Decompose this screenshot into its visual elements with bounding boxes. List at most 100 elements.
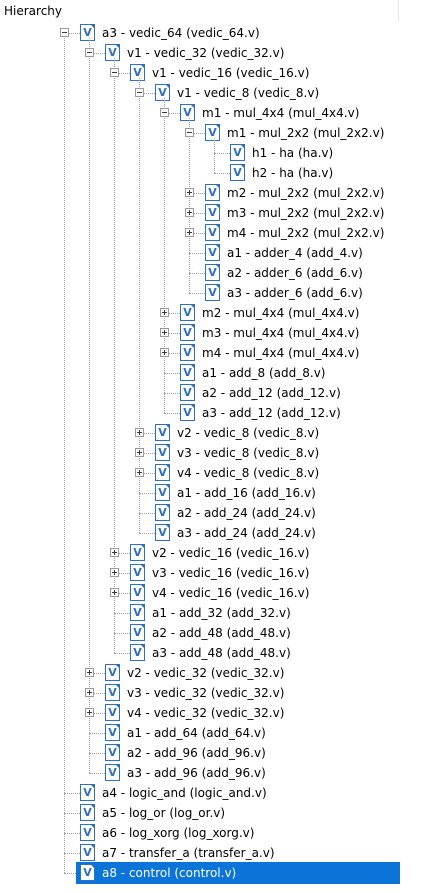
expand-icon[interactable] <box>185 228 194 237</box>
tree-node[interactable]: Va1 - add_8 (add_8.v) <box>0 362 426 384</box>
tree-node[interactable]: Vv4 - vedic_32 (vedic_32.v) <box>0 702 426 724</box>
tree-node-label: a3 - adder_6 (add_6.v) <box>227 286 363 300</box>
tree-node-label: a6 - log_xorg (log_xorg.v) <box>102 826 255 840</box>
verilog-file-icon: V <box>130 624 145 641</box>
tree-node[interactable]: Va2 - add_96 (add_96.v) <box>0 742 426 764</box>
tree-node[interactable]: Va1 - add_64 (add_64.v) <box>0 722 426 744</box>
tree-node-label: a8 - control (control.v) <box>100 862 239 884</box>
expand-icon[interactable] <box>85 708 94 717</box>
tree-node-label: a1 - add_16 (add_16.v) <box>177 486 316 500</box>
tree-node[interactable]: Vh2 - ha (ha.v) <box>0 162 426 184</box>
expand-icon[interactable] <box>185 208 194 217</box>
tree-node[interactable]: Va8 - control (control.v) <box>0 862 426 884</box>
expand-icon[interactable] <box>110 548 119 557</box>
tree-node[interactable]: Va2 - add_12 (add_12.v) <box>0 382 426 404</box>
verilog-file-icon: V <box>155 444 170 461</box>
collapse-icon[interactable] <box>135 88 144 97</box>
tree-node[interactable]: Va3 - add_96 (add_96.v) <box>0 762 426 784</box>
verilog-file-icon: V <box>180 104 195 121</box>
tree-node[interactable]: Vv1 - vedic_8 (vedic_8.v) <box>0 82 426 104</box>
tree-node[interactable]: Va3 - add_48 (add_48.v) <box>0 642 426 664</box>
tree-node-label: v4 - vedic_8 (vedic_8.v) <box>177 466 320 480</box>
tree-node[interactable]: Vm2 - mul_2x2 (mul_2x2.v) <box>0 182 426 204</box>
tree-node[interactable]: Vm1 - mul_2x2 (mul_2x2.v) <box>0 122 426 144</box>
tree-node-label: v2 - vedic_32 (vedic_32.v) <box>127 666 285 680</box>
tree-node[interactable]: Va3 - vedic_64 (vedic_64.v) <box>0 22 426 44</box>
expand-icon[interactable] <box>110 588 119 597</box>
verilog-file-icon: V <box>155 424 170 441</box>
tree-node[interactable]: Vv4 - vedic_16 (vedic_16.v) <box>0 582 426 604</box>
tree-node[interactable]: Vm3 - mul_2x2 (mul_2x2.v) <box>0 202 426 224</box>
tree-node-label: v1 - vedic_32 (vedic_32.v) <box>127 46 285 60</box>
tree-node[interactable]: Va4 - logic_and (logic_and.v) <box>0 782 426 804</box>
verilog-file-icon: V <box>155 464 170 481</box>
verilog-file-icon: V <box>180 304 195 321</box>
tree-node[interactable]: Va5 - log_or (log_or.v) <box>0 802 426 824</box>
expand-icon[interactable] <box>135 428 144 437</box>
tree-node-label: v1 - vedic_16 (vedic_16.v) <box>152 66 310 80</box>
tree-node-label: v2 - vedic_16 (vedic_16.v) <box>152 546 310 560</box>
tree-node-label: a2 - add_48 (add_48.v) <box>152 626 291 640</box>
tree-node[interactable]: Va2 - adder_6 (add_6.v) <box>0 262 426 284</box>
verilog-file-icon: V <box>205 244 220 261</box>
verilog-file-icon: V <box>180 384 195 401</box>
verilog-file-icon: V <box>180 344 195 361</box>
tree-node[interactable]: Va7 - transfer_a (transfer_a.v) <box>0 842 426 864</box>
tree-node[interactable]: Vv3 - vedic_8 (vedic_8.v) <box>0 442 426 464</box>
verilog-file-icon: V <box>80 824 95 841</box>
tree-node[interactable]: Va3 - add_24 (add_24.v) <box>0 522 426 544</box>
tree-node[interactable]: Vv3 - vedic_16 (vedic_16.v) <box>0 562 426 584</box>
expand-icon[interactable] <box>185 188 194 197</box>
tree-node[interactable]: Vm4 - mul_4x4 (mul_4x4.v) <box>0 342 426 364</box>
tree-node[interactable]: Vv4 - vedic_8 (vedic_8.v) <box>0 462 426 484</box>
tree-node-label: a5 - log_or (log_or.v) <box>102 806 226 820</box>
verilog-file-icon: V <box>155 524 170 541</box>
expand-icon[interactable] <box>135 468 144 477</box>
tree-node[interactable]: Va1 - add_16 (add_16.v) <box>0 482 426 504</box>
expand-icon[interactable] <box>160 328 169 337</box>
tree-node[interactable]: Va3 - add_12 (add_12.v) <box>0 402 426 424</box>
tree-node-label: a2 - add_12 (add_12.v) <box>202 386 341 400</box>
verilog-file-icon: V <box>130 644 145 661</box>
collapse-icon[interactable] <box>85 48 94 57</box>
tree-node[interactable]: Vm2 - mul_4x4 (mul_4x4.v) <box>0 302 426 324</box>
expand-icon[interactable] <box>85 688 94 697</box>
tree-node[interactable]: Va1 - add_32 (add_32.v) <box>0 602 426 624</box>
verilog-file-icon: V <box>130 64 145 81</box>
verilog-file-icon: V <box>130 564 145 581</box>
tree-node[interactable]: Vv1 - vedic_32 (vedic_32.v) <box>0 42 426 64</box>
tree-node[interactable]: Vv1 - vedic_16 (vedic_16.v) <box>0 62 426 84</box>
tree-node[interactable]: Vv3 - vedic_32 (vedic_32.v) <box>0 682 426 704</box>
tree-node-label: m1 - mul_2x2 (mul_2x2.v) <box>227 126 385 140</box>
tree-node[interactable]: Va6 - log_xorg (log_xorg.v) <box>0 822 426 844</box>
tree-node[interactable]: Vm1 - mul_4x4 (mul_4x4.v) <box>0 102 426 124</box>
tree-node-label: v1 - vedic_8 (vedic_8.v) <box>177 86 320 100</box>
hierarchy-tree[interactable]: Va3 - vedic_64 (vedic_64.v) Vv1 - vedic_3… <box>0 22 426 893</box>
verilog-file-icon: V <box>80 784 95 801</box>
tree-node[interactable]: Va1 - adder_4 (add_4.v) <box>0 242 426 264</box>
collapse-icon[interactable] <box>110 68 119 77</box>
verilog-file-icon: V <box>105 704 120 721</box>
tree-node-label: m3 - mul_4x4 (mul_4x4.v) <box>202 326 360 340</box>
expand-icon[interactable] <box>85 668 94 677</box>
tree-node[interactable]: Vv2 - vedic_16 (vedic_16.v) <box>0 542 426 564</box>
tree-node[interactable]: Vm4 - mul_2x2 (mul_2x2.v) <box>0 222 426 244</box>
expand-icon[interactable] <box>135 448 144 457</box>
expand-icon[interactable] <box>160 308 169 317</box>
tree-node[interactable]: Vv2 - vedic_32 (vedic_32.v) <box>0 662 426 684</box>
collapse-icon[interactable] <box>185 128 194 137</box>
collapse-icon[interactable] <box>160 108 169 117</box>
verilog-file-icon: V <box>205 284 220 301</box>
verilog-file-icon: V <box>80 24 95 41</box>
tree-node[interactable]: Va3 - adder_6 (add_6.v) <box>0 282 426 304</box>
tree-node[interactable]: Vm3 - mul_4x4 (mul_4x4.v) <box>0 322 426 344</box>
collapse-icon[interactable] <box>60 28 69 37</box>
tree-node[interactable]: Vh1 - ha (ha.v) <box>0 142 426 164</box>
tree-node[interactable]: Va2 - add_48 (add_48.v) <box>0 622 426 644</box>
tree-node[interactable]: Vv2 - vedic_8 (vedic_8.v) <box>0 422 426 444</box>
tree-node-label: m3 - mul_2x2 (mul_2x2.v) <box>227 206 385 220</box>
hierarchy-title: Hierarchy <box>4 4 63 18</box>
expand-icon[interactable] <box>160 348 169 357</box>
expand-icon[interactable] <box>110 568 119 577</box>
tree-node[interactable]: Va2 - add_24 (add_24.v) <box>0 502 426 524</box>
